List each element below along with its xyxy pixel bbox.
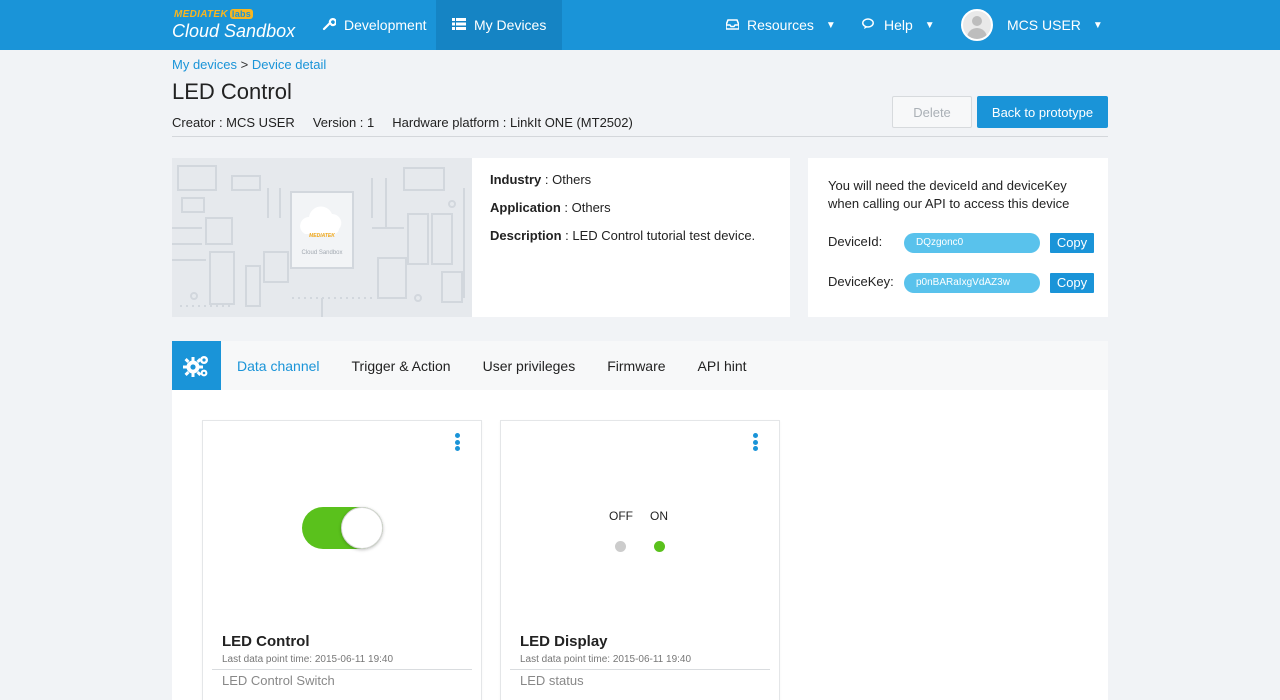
nav-user-menu[interactable]: MCS USER ▼: [961, 0, 1103, 50]
api-keys-card: You will need the deviceId and deviceKey…: [808, 158, 1108, 317]
tab-trigger-action[interactable]: Trigger & Action: [336, 358, 467, 374]
circuit-board-illustration: MEDIATEK Cloud Sandbox: [172, 158, 472, 317]
nav-resources-label: Resources: [747, 17, 814, 33]
logo-product: Cloud Sandbox: [172, 21, 296, 41]
channel-name: LED Display: [520, 633, 608, 650]
nav-resources[interactable]: Resources ▼: [725, 0, 836, 50]
channel-divider: [212, 669, 472, 670]
channel-divider: [510, 669, 770, 670]
channel-card-led-control: LED Control Last data point time: 2015-0…: [202, 420, 482, 700]
tab-firmware[interactable]: Firmware: [591, 358, 681, 374]
application-value: : Others: [560, 200, 611, 215]
copy-device-id-button[interactable]: Copy: [1050, 233, 1094, 253]
chat-icon: [862, 17, 876, 33]
copy-device-key-button[interactable]: Copy: [1050, 273, 1094, 293]
back-to-prototype-button[interactable]: Back to prototype: [977, 96, 1108, 128]
inbox-icon: [725, 18, 740, 33]
industry-row: Industry : Others: [490, 172, 772, 188]
led-control-toggle[interactable]: [302, 507, 383, 549]
version-text: Version : 1: [312, 115, 375, 130]
industry-value: : Others: [541, 172, 592, 187]
more-options-icon[interactable]: [753, 433, 759, 451]
platform-text: Hardware platform : LinkIt ONE (MT2502): [392, 115, 633, 130]
logo[interactable]: MEDIATEK labs Cloud Sandbox: [172, 9, 302, 43]
logo-labs: labs: [229, 9, 254, 19]
chevron-down-icon: ▼: [825, 19, 836, 31]
toggle-knob: [341, 507, 383, 549]
off-indicator: [615, 541, 626, 552]
page-title: LED Control: [172, 79, 292, 104]
image-brand-text: MEDIATEK: [309, 233, 335, 239]
off-label: OFF: [609, 509, 633, 523]
breadcrumb-device-detail[interactable]: Device detail: [252, 57, 326, 72]
channel-description: LED Control Switch: [222, 673, 335, 688]
nav-my-devices[interactable]: My Devices: [436, 0, 563, 50]
top-navbar: MEDIATEK labs Cloud Sandbox Development M…: [0, 0, 1280, 50]
description-label: Description: [490, 228, 562, 243]
more-options-icon[interactable]: [455, 433, 461, 451]
delete-button[interactable]: Delete: [892, 96, 972, 128]
channel-name: LED Control: [222, 633, 310, 650]
on-indicator: [654, 541, 665, 552]
wrench-icon: [322, 17, 337, 34]
logo-brand: MEDIATEK labs: [174, 9, 254, 20]
description-value: : LED Control tutorial test device.: [561, 228, 756, 243]
application-label: Application: [490, 200, 561, 215]
avatar: [961, 9, 993, 41]
list-icon: [452, 17, 466, 33]
channel-description: LED status: [520, 673, 584, 688]
on-label: ON: [650, 509, 668, 523]
device-meta: Creator : MCS USER Version : 1 Hardware …: [172, 115, 633, 130]
device-key-label: DeviceKey:: [828, 274, 894, 289]
application-row: Application : Others: [490, 200, 772, 216]
channel-last-update: Last data point time: 2015-06-11 19:40: [222, 654, 394, 665]
nav-development[interactable]: Development: [322, 0, 427, 50]
channel-last-update: Last data point time: 2015-06-11 19:40: [520, 654, 692, 665]
nav-development-label: Development: [344, 17, 427, 33]
channel-card-led-display: OFF ON LED Display Last data point time:…: [500, 420, 780, 700]
description-row: Description : LED Control tutorial test …: [490, 228, 772, 244]
tab-api-hint[interactable]: API hint: [682, 358, 763, 374]
device-key-value[interactable]: p0nBARaIxgVdAZ3w: [904, 273, 1040, 293]
nav-help[interactable]: Help ▼: [862, 0, 935, 50]
image-caption-text: Cloud Sandbox: [301, 250, 342, 256]
device-id-value[interactable]: DQzgonc0: [904, 233, 1040, 253]
nav-help-label: Help: [884, 17, 913, 33]
creator-text: Creator : MCS USER: [172, 115, 295, 130]
chevron-down-icon: ▼: [1092, 19, 1103, 31]
nav-my-devices-label: My Devices: [474, 17, 547, 33]
breadcrumb-my-devices[interactable]: My devices: [172, 57, 237, 72]
gears-icon: [172, 341, 221, 390]
chevron-down-icon: ▼: [924, 19, 935, 31]
device-id-label: DeviceId:: [828, 234, 883, 249]
industry-label: Industry: [490, 172, 542, 187]
device-info-card: Industry : Others Application : Others D…: [472, 158, 790, 317]
breadcrumb-separator: >: [240, 57, 249, 72]
header-divider: [172, 136, 1108, 137]
breadcrumb: My devices > Device detail: [172, 57, 326, 72]
user-name: MCS USER: [1007, 17, 1081, 33]
tab-data-channel[interactable]: Data channel: [221, 358, 336, 374]
api-keys-note: You will need the deviceId and deviceKey…: [828, 178, 1070, 211]
tab-user-privileges[interactable]: User privileges: [467, 358, 592, 374]
device-image: MEDIATEK Cloud Sandbox: [172, 158, 472, 317]
device-tabs: Data channel Trigger & Action User privi…: [172, 341, 1108, 390]
